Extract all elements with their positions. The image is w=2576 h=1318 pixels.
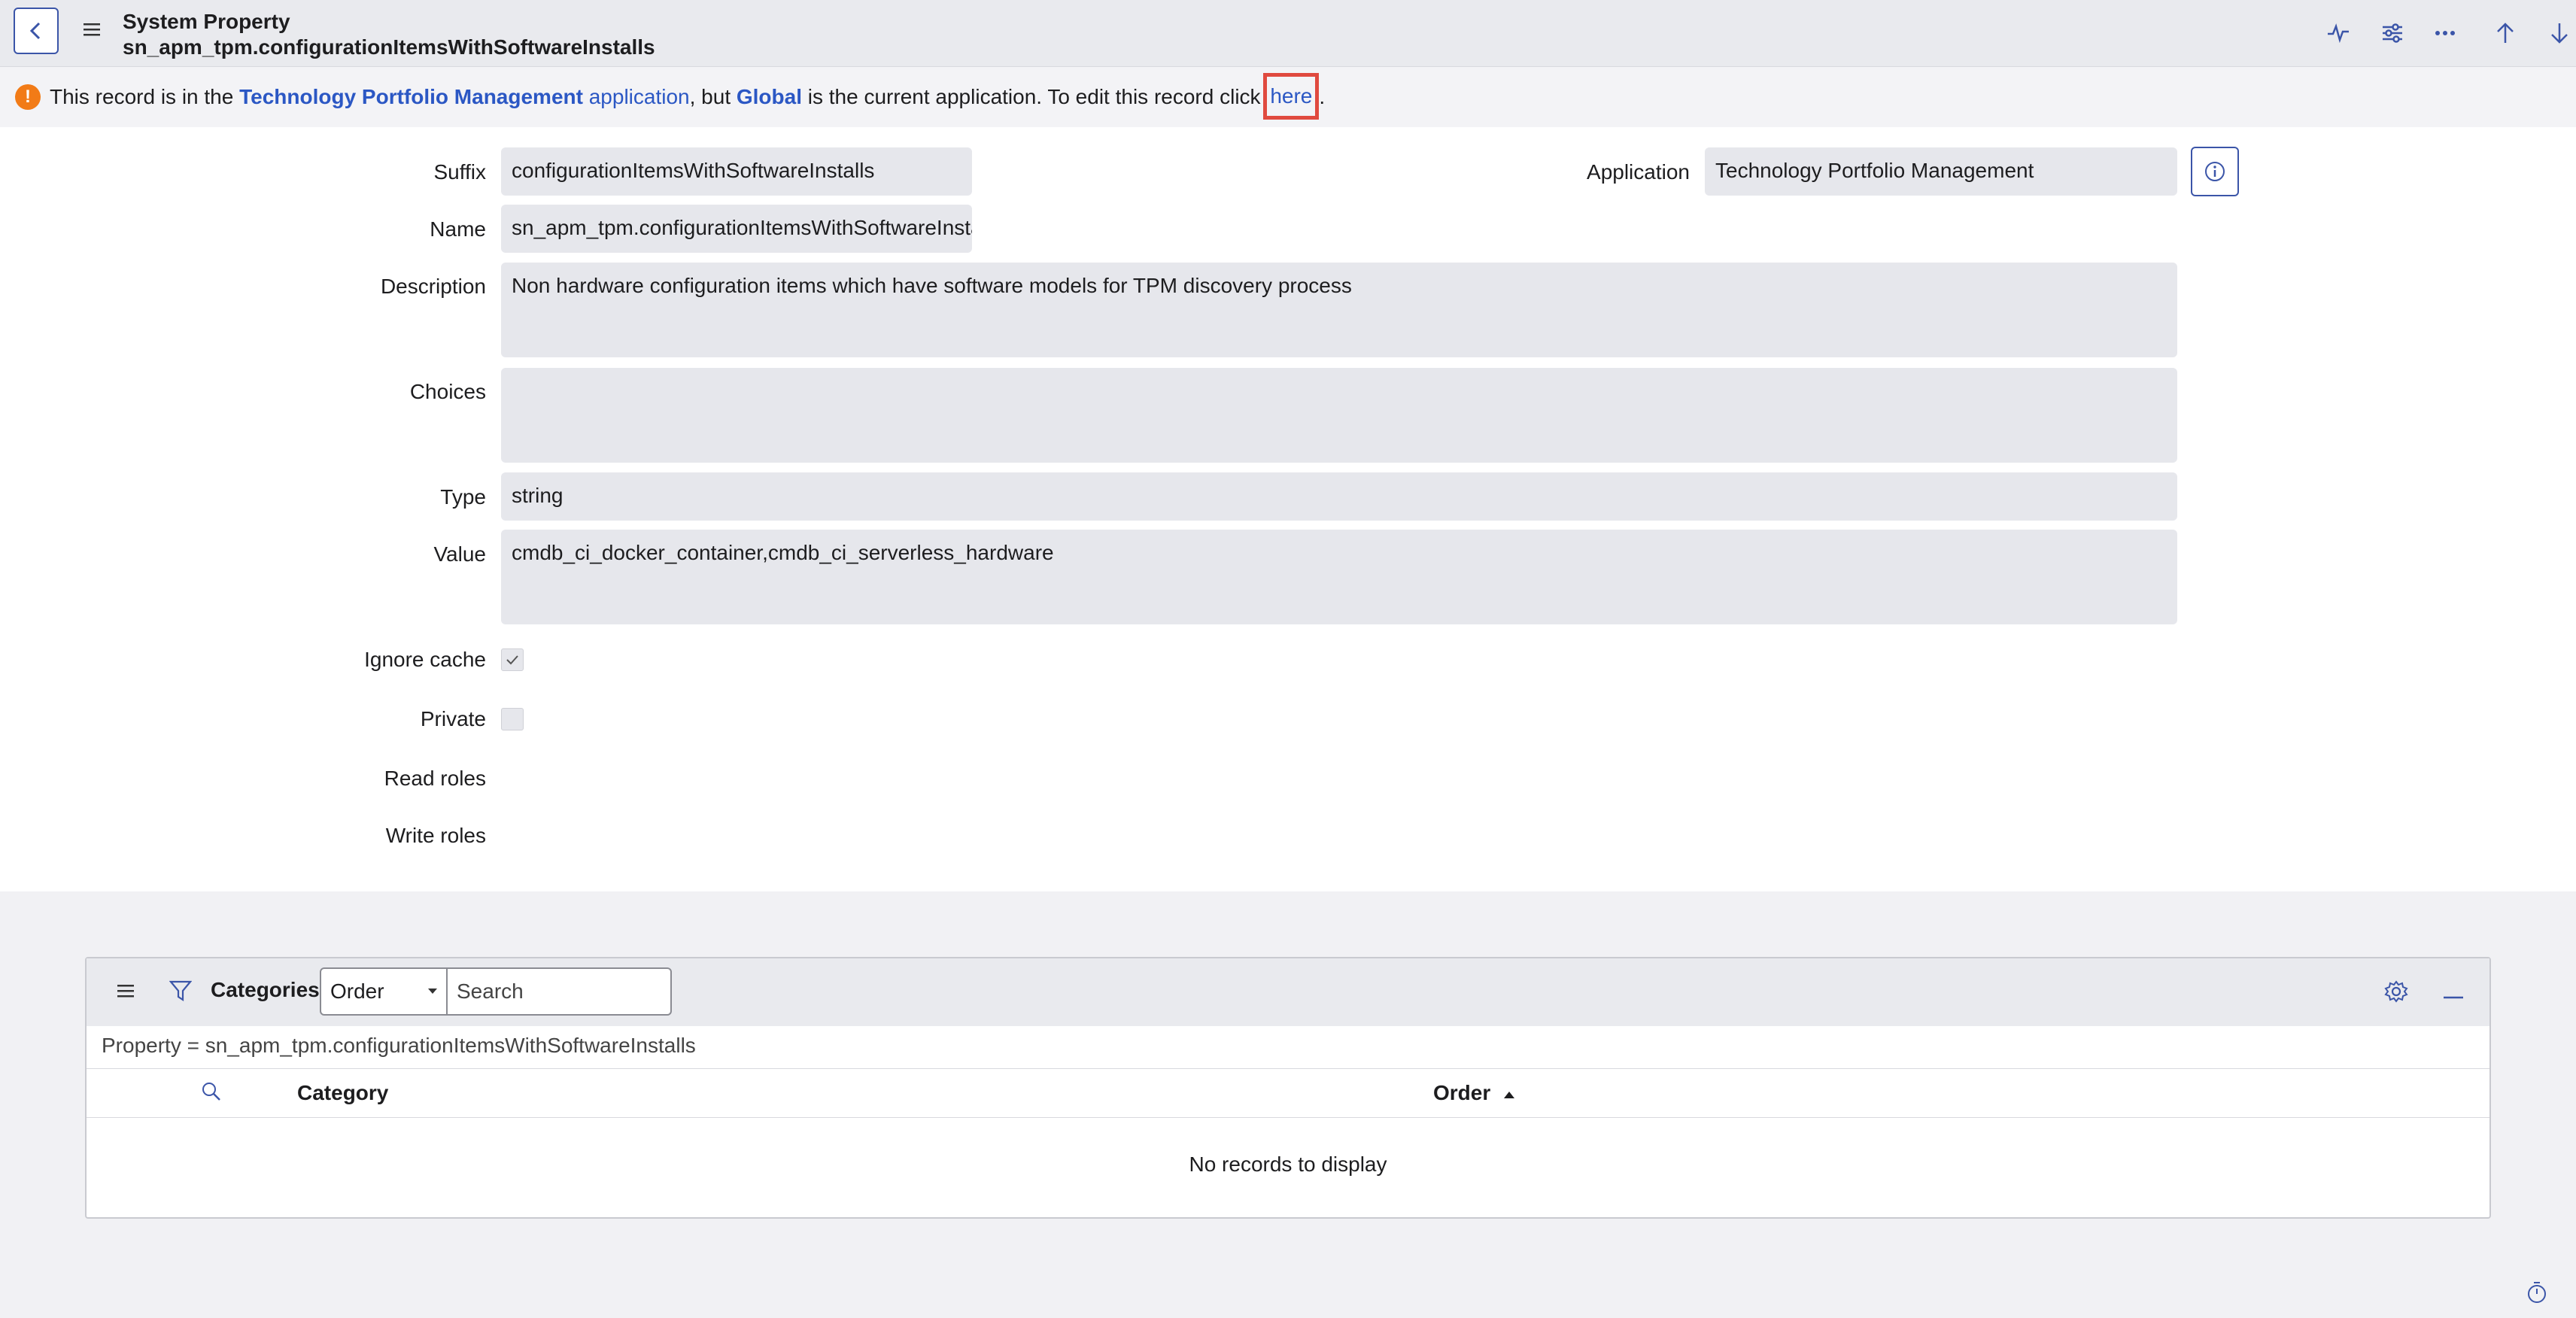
- banner-text-2: , but: [689, 85, 737, 108]
- sort-ascending-icon: [1504, 1092, 1515, 1098]
- search-field-select-value: Order: [330, 979, 384, 1003]
- description-field[interactable]: Non hardware configuration items which h…: [501, 263, 2177, 357]
- related-list-title: Categories: [211, 978, 320, 1001]
- checkmark-icon: [506, 655, 518, 665]
- warning-icon: !: [15, 84, 41, 110]
- name-label: Name: [430, 217, 486, 241]
- caret-down-icon: [428, 988, 437, 994]
- collapse-icon[interactable]: [2443, 990, 2464, 1004]
- info-icon: [2205, 162, 2225, 181]
- private-checkbox[interactable]: [501, 708, 524, 730]
- hamburger-icon[interactable]: [83, 21, 102, 41]
- description-label: Description: [380, 275, 486, 298]
- write-roles-label: Write roles: [385, 824, 486, 847]
- value-label: Value: [433, 542, 486, 566]
- list-menu-icon[interactable]: [117, 982, 136, 1003]
- application-link[interactable]: Technology Portfolio Management: [239, 85, 583, 108]
- ignore-cache-checkbox[interactable]: [501, 648, 524, 671]
- column-header-category[interactable]: Category: [297, 1081, 388, 1105]
- ignore-cache-label: Ignore cache: [364, 648, 486, 671]
- column-search-icon[interactable]: [201, 1081, 222, 1106]
- application-label: Application: [1587, 160, 1690, 184]
- sliders-icon[interactable]: [2376, 17, 2409, 50]
- banner-text-3: is the current application. To edit this…: [802, 85, 1267, 108]
- gear-icon[interactable]: [2384, 979, 2408, 1007]
- form-header: System Property sn_apm_tpm.configuration…: [0, 0, 2576, 67]
- related-list-search-input[interactable]: [446, 967, 672, 1016]
- empty-state-message: No records to display: [1189, 1152, 1387, 1176]
- application-info-button[interactable]: [2191, 147, 2239, 196]
- back-button[interactable]: [14, 8, 59, 54]
- read-roles-label: Read roles: [384, 767, 486, 790]
- application-word-link[interactable]: application: [589, 85, 690, 108]
- page-subtitle: sn_apm_tpm.configurationItemsWithSoftwar…: [123, 35, 655, 59]
- back-icon: [29, 22, 41, 40]
- private-label: Private: [420, 707, 486, 730]
- banner-period: .: [1319, 85, 1326, 108]
- choices-field[interactable]: [501, 368, 2177, 463]
- arrow-down-icon[interactable]: [2543, 17, 2576, 50]
- application-field[interactable]: Technology Portfolio Management: [1705, 147, 2177, 196]
- arrow-up-icon[interactable]: [2489, 17, 2522, 50]
- name-field[interactable]: sn_apm_tpm.configurationItemsWithSoftwar…: [501, 205, 972, 253]
- type-label: Type: [440, 485, 486, 509]
- title-block: System Property sn_apm_tpm.configuration…: [123, 9, 655, 60]
- filter-icon[interactable]: [169, 979, 193, 1006]
- breadcrumb-filter[interactable]: Property = sn_apm_tpm.configurationItems…: [102, 1034, 696, 1058]
- app-scope-banner: ! This record is in the Technology Portf…: [0, 67, 2576, 127]
- table-header: Category Order: [87, 1068, 2489, 1118]
- timer-icon[interactable]: [2525, 1280, 2549, 1308]
- activity-icon[interactable]: [2322, 17, 2355, 50]
- value-field[interactable]: cmdb_ci_docker_container,cmdb_ci_serverl…: [501, 530, 2177, 624]
- type-field[interactable]: string: [501, 472, 2177, 521]
- here-link[interactable]: here: [1270, 84, 1312, 108]
- choices-label: Choices: [409, 380, 486, 403]
- column-header-order[interactable]: Order: [1433, 1081, 1516, 1105]
- related-list-toolbar: Categories Order: [87, 958, 2489, 1026]
- banner-text-1: This record is in the: [50, 85, 240, 108]
- search-field-select[interactable]: Order: [320, 967, 448, 1016]
- suffix-label: Suffix: [433, 160, 486, 184]
- global-link[interactable]: Global: [737, 85, 802, 108]
- suffix-field[interactable]: configurationItemsWithSoftwareInstalls: [501, 147, 972, 196]
- record-form: Suffix configurationItemsWithSoftwareIns…: [0, 127, 2576, 891]
- page-title: System Property: [123, 10, 290, 33]
- categories-related-list: Categories Order Property = sn_apm_tpm.c…: [85, 957, 2491, 1219]
- more-icon[interactable]: [2429, 17, 2462, 50]
- banner-message: This record is in the Technology Portfol…: [50, 67, 1325, 127]
- here-highlight-box: here: [1263, 72, 1320, 120]
- column-header-order-label: Order: [1433, 1081, 1491, 1104]
